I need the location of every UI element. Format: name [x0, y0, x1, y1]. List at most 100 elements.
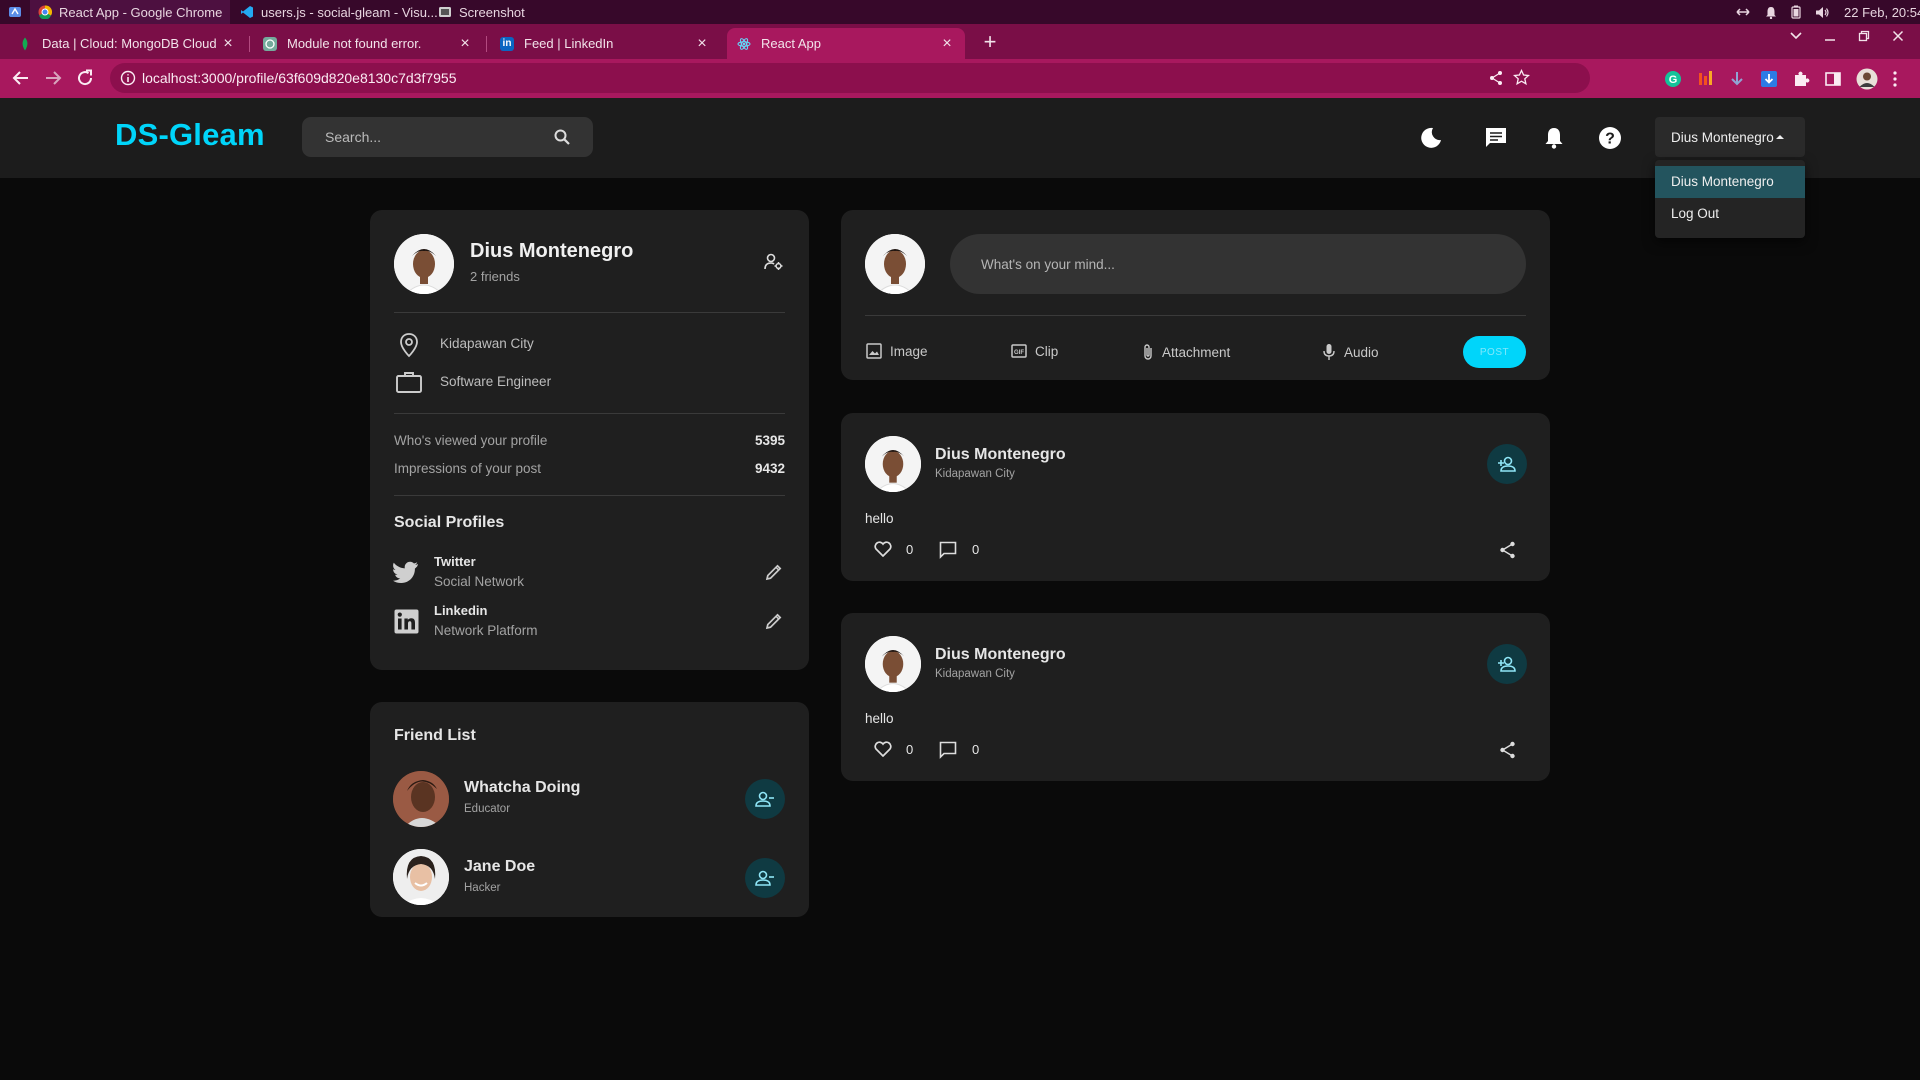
dropdown-item-user[interactable]: Dius Montenegro [1655, 166, 1805, 198]
clip-button[interactable]: GIF Clip [1011, 343, 1058, 359]
react-icon [737, 37, 751, 51]
briefcase-icon [395, 370, 423, 394]
like-heart-icon[interactable] [874, 741, 892, 757]
notifications-bell-icon[interactable] [1541, 125, 1567, 151]
messages-icon[interactable] [1483, 125, 1509, 151]
address-bar[interactable]: localhost:3000/profile/63f609d820e8130c7… [110, 63, 1590, 93]
attachment-button-label: Attachment [1162, 344, 1231, 360]
close-tab-icon[interactable]: × [220, 35, 236, 53]
battery-icon[interactable] [1791, 5, 1801, 19]
post-author-name[interactable]: Dius Montenegro [935, 646, 1066, 664]
back-arrow-icon[interactable] [12, 69, 30, 87]
new-tab-icon[interactable]: + [978, 31, 1002, 55]
search-input[interactable] [325, 129, 554, 145]
share-post-icon[interactable] [1499, 541, 1516, 559]
side-panel-icon[interactable] [1824, 70, 1842, 88]
forward-arrow-icon[interactable] [44, 69, 62, 87]
site-info-icon[interactable] [120, 70, 136, 86]
remove-friend-button[interactable] [745, 858, 785, 898]
taskbar-item-chrome[interactable]: React App - Google Chrome [30, 0, 230, 24]
network-icon[interactable] [1735, 6, 1751, 18]
audio-button-label: Audio [1344, 344, 1379, 360]
browser-tab-linkedin[interactable]: in Feed | LinkedIn × [490, 28, 720, 59]
reload-icon[interactable] [76, 69, 94, 87]
app-logo[interactable]: DS-Gleam [115, 117, 265, 153]
extension-bars-icon[interactable] [1696, 70, 1714, 88]
close-window-icon[interactable] [1892, 30, 1904, 42]
friend-name[interactable]: Jane Doe [464, 858, 535, 876]
post-author-avatar[interactable] [865, 436, 921, 492]
edit-twitter-pencil-icon[interactable] [765, 563, 783, 581]
attachment-button[interactable]: Attachment [1142, 343, 1230, 361]
notification-bell-icon[interactable] [1765, 6, 1777, 19]
friend-name[interactable]: Whatcha Doing [464, 779, 580, 797]
browser-menu-icon[interactable] [1892, 70, 1898, 88]
post-button[interactable]: POST [1463, 336, 1526, 368]
social-profiles-heading: Social Profiles [394, 514, 505, 531]
help-icon[interactable]: ? [1597, 125, 1623, 151]
taskbar-label: users.js - social-gleam - Visu... [261, 4, 438, 20]
chrome-icon [38, 5, 52, 19]
clock[interactable]: 22 Feb, 20:54 [1844, 5, 1920, 20]
search-icon[interactable] [554, 129, 570, 145]
comment-icon[interactable] [939, 541, 957, 559]
dark-mode-moon-icon[interactable] [1418, 125, 1444, 151]
profile-avatar-icon[interactable] [1856, 68, 1878, 90]
attachment-paperclip-icon [1142, 343, 1154, 361]
extensions-puzzle-icon[interactable] [1792, 70, 1810, 88]
browser-tab-mongodb[interactable]: Data | Cloud: MongoDB Cloud × [8, 28, 246, 59]
volume-icon[interactable] [1815, 6, 1830, 19]
image-button-label: Image [890, 343, 928, 359]
search-bar [302, 117, 593, 157]
profile-name: Dius Montenegro [470, 240, 634, 262]
social-twitter-name[interactable]: Twitter [434, 554, 476, 569]
linkedin-icon [394, 609, 419, 634]
remove-friend-button[interactable] [745, 779, 785, 819]
taskbar-item-screenshot[interactable]: Screenshot [438, 0, 548, 24]
grammarly-extension-icon[interactable]: G [1664, 70, 1682, 88]
like-count: 0 [906, 742, 914, 757]
close-tab-icon[interactable]: × [694, 35, 710, 53]
post-text-input[interactable] [950, 234, 1526, 294]
restore-icon[interactable] [1858, 30, 1870, 42]
extension-arrow-icon[interactable] [1728, 70, 1746, 88]
app-navbar: DS-Gleam ? Dius Montenegro [0, 98, 1920, 178]
post-author-avatar[interactable] [865, 636, 921, 692]
bookmark-star-icon[interactable] [1513, 69, 1530, 86]
browser-tab-react-app[interactable]: React App × [727, 28, 965, 59]
taskbar-item-vscode[interactable]: users.js - social-gleam - Visu... [236, 0, 438, 24]
browser-tab-module-error[interactable]: Module not found error. × [253, 28, 483, 59]
person-add-icon [1497, 456, 1517, 472]
edit-linkedin-pencil-icon[interactable] [765, 612, 783, 630]
social-linkedin-name[interactable]: Linkedin [434, 603, 487, 618]
download-icon[interactable] [1760, 70, 1778, 88]
share-post-icon[interactable] [1499, 741, 1516, 759]
dropdown-item-logout[interactable]: Log Out [1655, 198, 1805, 230]
browser-tab-strip: Data | Cloud: MongoDB Cloud × Module not… [0, 24, 1920, 59]
post-author-name[interactable]: Dius Montenegro [935, 446, 1066, 464]
composer-avatar [865, 234, 925, 294]
share-icon[interactable] [1488, 70, 1504, 86]
friend-avatar[interactable] [393, 849, 449, 905]
close-tab-icon[interactable]: × [939, 35, 955, 53]
browser-toolbar: localhost:3000/profile/63f609d820e8130c7… [0, 59, 1920, 98]
image-button[interactable]: Image [866, 343, 928, 359]
add-friend-button[interactable] [1487, 644, 1527, 684]
profile-avatar[interactable] [394, 234, 454, 294]
like-heart-icon[interactable] [874, 541, 892, 557]
tab-title: React App [761, 36, 821, 51]
manage-accounts-icon[interactable] [764, 253, 784, 271]
caret-up-icon [1775, 134, 1784, 140]
os-menu-icon[interactable] [4, 0, 26, 24]
minimize-icon[interactable] [1824, 30, 1836, 42]
close-tab-icon[interactable]: × [457, 35, 473, 53]
add-friend-button[interactable] [1487, 444, 1527, 484]
tab-search-chevron-icon[interactable] [1790, 32, 1802, 40]
friend-avatar[interactable] [393, 771, 449, 827]
url-text: localhost:3000/profile/63f609d820e8130c7… [142, 70, 457, 86]
person-remove-icon [755, 791, 775, 807]
audio-button[interactable]: Audio [1322, 343, 1379, 361]
comment-icon[interactable] [939, 741, 957, 759]
user-select[interactable]: Dius Montenegro [1655, 117, 1805, 157]
profile-friend-count: 2 friends [470, 269, 520, 284]
